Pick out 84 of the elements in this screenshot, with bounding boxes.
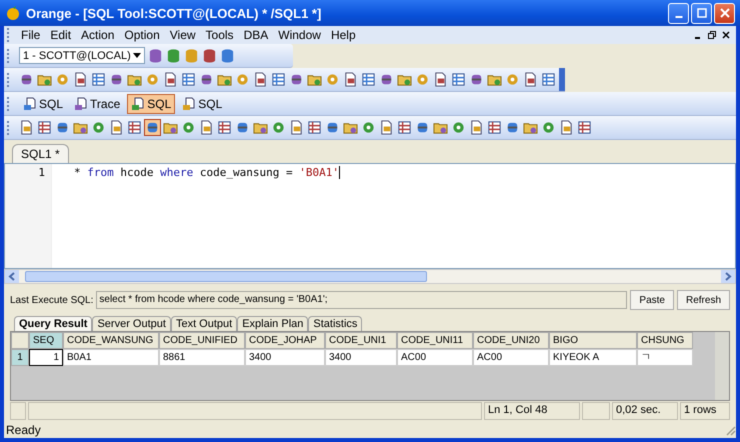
column-header[interactable]: CODE_WANSUNG — [63, 332, 159, 349]
toolbar-grip[interactable] — [7, 72, 12, 86]
database-icon[interactable] — [289, 72, 304, 87]
column-header[interactable]: CODE_UNI1 — [325, 332, 397, 349]
menu-item[interactable]: File — [16, 28, 46, 42]
database-icon[interactable] — [145, 120, 160, 135]
database-icon[interactable] — [415, 120, 430, 135]
menu-item[interactable]: Tools — [200, 28, 239, 42]
close-icon[interactable] — [722, 31, 730, 39]
column-header[interactable]: SEQ — [29, 332, 63, 349]
toolbar-button[interactable]: SQL — [178, 94, 226, 114]
status-text: Ready — [6, 422, 41, 436]
column-header[interactable]: BIGO — [549, 332, 637, 349]
database-icon[interactable] — [325, 120, 340, 135]
database-icon[interactable] — [109, 72, 124, 87]
close-icon — [720, 8, 730, 18]
column-header[interactable]: CODE_UNIFIED — [159, 332, 245, 349]
toolbar-button[interactable]: SQL — [19, 94, 68, 114]
vertical-scrollbar[interactable] — [715, 332, 729, 400]
menu-item[interactable]: Action — [76, 28, 120, 42]
table-cell: 3400 — [325, 349, 397, 366]
database-icon[interactable] — [235, 120, 250, 135]
database-icon[interactable] — [55, 120, 70, 135]
refresh-button[interactable]: Refresh — [676, 290, 730, 310]
window-title: Orange - [SQL Tool:SCOTT@(LOCAL) * /SQL1 *] — [26, 6, 322, 20]
menu-item[interactable]: View — [164, 28, 201, 42]
editor-tab[interactable]: SQL1 * — [12, 144, 69, 163]
row-header[interactable]: 1 — [11, 349, 29, 366]
database-icon[interactable] — [148, 48, 163, 63]
fruit-icon — [5, 5, 21, 21]
table-cell: ㄱ — [637, 349, 693, 366]
sql-editor[interactable]: 1 * from hcode where code_wansung = 'B0A1' — [4, 163, 736, 269]
close-button[interactable] — [714, 2, 735, 24]
toolbar-grip[interactable] — [7, 120, 12, 134]
last-execute-label: Last Execute SQL: — [10, 294, 94, 306]
toolbar-button[interactable]: SQL — [127, 94, 176, 114]
table-cell: AC00 — [473, 349, 549, 366]
database-icon[interactable] — [505, 120, 520, 135]
row-count: 1 rows — [680, 402, 730, 420]
minimize-button[interactable] — [668, 2, 689, 24]
menu-item[interactable]: Edit — [45, 28, 76, 42]
table-cell: AC00 — [397, 349, 473, 366]
status-panel — [10, 402, 26, 420]
menu-item[interactable]: Help — [326, 28, 361, 42]
table-cell: KIYEOK A — [549, 349, 637, 366]
table-cell: 1 — [29, 349, 63, 366]
last-execute-field[interactable]: select * from hcode where code_wansung = 'B0A1'; — [96, 291, 628, 309]
toolbar-grip[interactable] — [7, 48, 12, 62]
connection-dropdown[interactable]: 1 - SCOTT@(LOCAL) — [19, 47, 145, 64]
cursor-position: Ln 1, Col 48 — [484, 402, 580, 420]
elapsed-time: 0,02 sec. — [612, 402, 678, 420]
line-number: 1 — [38, 166, 45, 179]
scroll-left-icon[interactable] — [5, 270, 19, 283]
caret-icon — [133, 53, 141, 58]
maximize-icon — [696, 8, 706, 18]
menu-item[interactable]: DBA — [238, 28, 274, 42]
menu-item[interactable]: Option — [119, 28, 165, 42]
column-header[interactable]: CODE_UNI20 — [473, 332, 549, 349]
scroll-right-icon[interactable] — [721, 270, 735, 283]
column-header[interactable]: CODE_JOHAP — [245, 332, 325, 349]
maximize-button[interactable] — [691, 2, 712, 24]
table-cell: B0A1 — [63, 349, 159, 366]
toolbar-grip[interactable] — [7, 28, 12, 42]
horizontal-scrollbar[interactable] — [4, 269, 736, 284]
paste-button[interactable]: Paste — [630, 290, 674, 310]
column-header[interactable]: CODE_UNI11 — [397, 332, 473, 349]
table-cell: 8861 — [159, 349, 245, 366]
database-icon[interactable] — [19, 72, 34, 87]
resize-grip-icon[interactable] — [724, 424, 736, 436]
database-icon[interactable] — [469, 72, 484, 87]
database-icon[interactable] — [199, 72, 214, 87]
scroll-thumb[interactable] — [25, 271, 427, 282]
menu-item[interactable]: Window — [273, 28, 326, 42]
table-cell: 3400 — [245, 349, 325, 366]
toolbar-button[interactable]: Trace — [70, 94, 124, 114]
column-header[interactable]: CHSUNG — [637, 332, 693, 349]
status-panel — [582, 402, 610, 420]
grid-corner — [11, 332, 29, 349]
toolbar-grip[interactable] — [7, 96, 12, 110]
database-icon[interactable] — [379, 72, 394, 87]
restore-icon[interactable] — [708, 31, 716, 39]
minimize-icon — [674, 16, 682, 18]
code-line: * from hcode where code_wansung = 'B0A1' — [73, 165, 340, 180]
result-tab[interactable]: Query Result — [14, 316, 92, 331]
